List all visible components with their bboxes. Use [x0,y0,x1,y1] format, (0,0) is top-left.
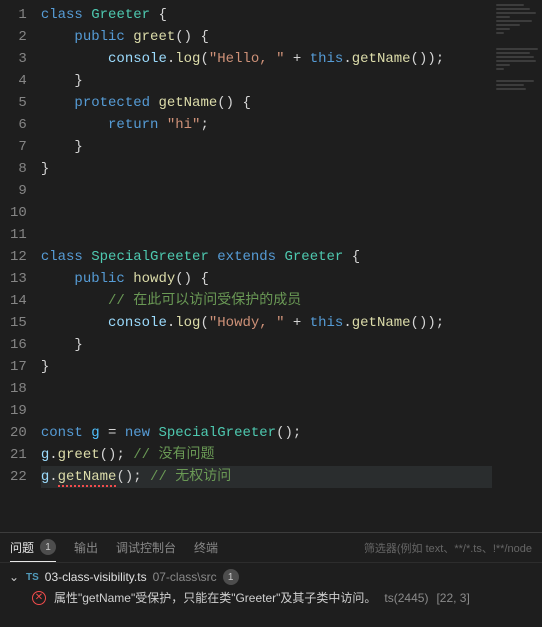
line-number: 21 [10,444,27,466]
code-line[interactable]: console.log("Hello, " + this.getName()); [41,48,492,70]
code-line[interactable]: g.getName(); // 无权访问 [41,466,492,488]
line-number: 20 [10,422,27,444]
problem-message-row[interactable]: ✕ 属性"getName"受保护，只能在类"Greeter"及其子类中访问。 t… [8,587,534,608]
problems-count-badge: 1 [40,539,56,555]
line-number: 19 [10,400,27,422]
line-number: 7 [10,136,27,158]
line-number: 10 [10,202,27,224]
bottom-panel: 问题 1 输出 调试控制台 终端 筛选器(例如 text、**/*.ts、!**… [0,532,542,627]
code-line[interactable]: const g = new SpecialGreeter(); [41,422,492,444]
chevron-down-icon: ⌄ [8,570,20,584]
tab-output-label: 输出 [74,539,98,556]
code-line[interactable]: class SpecialGreeter extends Greeter { [41,246,492,268]
line-number: 22 [10,466,27,488]
line-number: 4 [10,70,27,92]
code-editor[interactable]: 12345678910111213141516171819202122 clas… [0,0,542,532]
panel-tabs: 问题 1 输出 调试控制台 终端 筛选器(例如 text、**/*.ts、!**… [0,533,542,563]
code-line[interactable]: } [41,136,492,158]
problem-location: [22, 3] [436,591,469,605]
tab-terminal-label: 终端 [194,539,218,556]
line-number: 13 [10,268,27,290]
line-number: 8 [10,158,27,180]
problem-message-text: 属性"getName"受保护，只能在类"Greeter"及其子类中访问。 [54,589,376,606]
problem-file-row[interactable]: ⌄ TS 03-class-visibility.ts 07-class\src… [8,567,534,587]
line-number: 16 [10,334,27,356]
tab-terminal[interactable]: 终端 [194,533,218,562]
problems-list: ⌄ TS 03-class-visibility.ts 07-class\src… [0,563,542,627]
line-number: 6 [10,114,27,136]
code-line[interactable] [41,378,492,400]
problem-filename: 03-class-visibility.ts [45,570,147,584]
line-number: 9 [10,180,27,202]
code-line[interactable] [41,202,492,224]
line-number: 12 [10,246,27,268]
problem-error-code: ts(2445) [384,591,428,605]
line-number: 5 [10,92,27,114]
tab-output[interactable]: 输出 [74,533,98,562]
line-number-gutter: 12345678910111213141516171819202122 [0,0,41,532]
code-line[interactable]: g.greet(); // 没有问题 [41,444,492,466]
code-line[interactable]: public greet() { [41,26,492,48]
problems-filter-input[interactable]: 筛选器(例如 text、**/*.ts、!**/node [364,540,532,556]
code-line[interactable]: // 在此可以访问受保护的成员 [41,290,492,312]
code-line[interactable]: } [41,158,492,180]
line-number: 11 [10,224,27,246]
minimap[interactable] [492,0,542,532]
line-number: 3 [10,48,27,70]
line-number: 17 [10,356,27,378]
line-number: 14 [10,290,27,312]
tab-debug-label: 调试控制台 [116,539,176,556]
tab-problems-label: 问题 [10,539,34,556]
code-line[interactable]: console.log("Howdy, " + this.getName()); [41,312,492,334]
error-icon: ✕ [32,591,46,605]
line-number: 2 [10,26,27,48]
code-line[interactable]: protected getName() { [41,92,492,114]
code-line[interactable]: return "hi"; [41,114,492,136]
problem-filepath: 07-class\src [153,570,217,584]
line-number: 18 [10,378,27,400]
code-line[interactable]: } [41,356,492,378]
line-number: 15 [10,312,27,334]
code-line[interactable]: } [41,70,492,92]
code-line[interactable]: public howdy() { [41,268,492,290]
file-problem-count-badge: 1 [223,569,239,585]
tab-debug-console[interactable]: 调试控制台 [116,533,176,562]
code-line[interactable]: } [41,334,492,356]
code-line[interactable] [41,224,492,246]
code-line[interactable] [41,180,492,202]
code-line[interactable]: class Greeter { [41,4,492,26]
line-number: 1 [10,4,27,26]
code-area[interactable]: class Greeter { public greet() { console… [41,0,492,532]
tab-problems[interactable]: 问题 1 [10,533,56,562]
typescript-icon: TS [26,572,39,583]
code-line[interactable] [41,400,492,422]
